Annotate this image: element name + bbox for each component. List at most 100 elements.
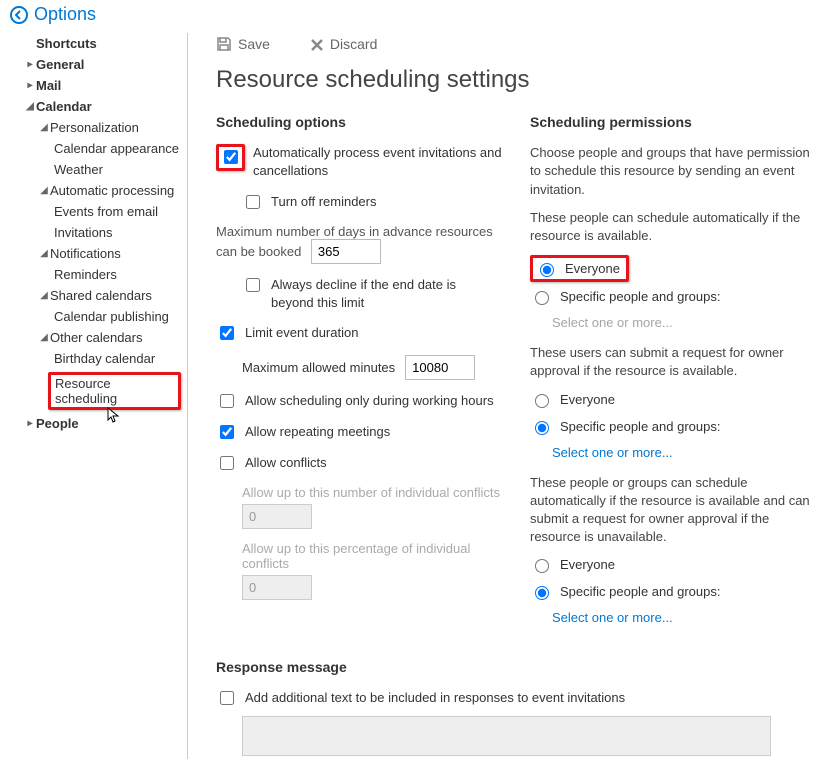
group2-everyone-radio[interactable] [535, 394, 549, 408]
options-title: Options [34, 4, 96, 25]
group2-select-link[interactable]: Select one or more... [552, 445, 673, 460]
conflicts-label: Allow conflicts [245, 454, 327, 472]
sidebar-item-invitations[interactable]: Invitations [12, 222, 181, 243]
cal-pub-label: Calendar publishing [54, 309, 169, 324]
sidebar-item-general[interactable]: ▸General [12, 54, 181, 75]
max-minutes-input[interactable] [405, 355, 475, 380]
invitations-label: Invitations [54, 225, 113, 240]
auto-proc-label: Automatic processing [50, 183, 174, 198]
group3-specific-radio[interactable] [535, 586, 549, 600]
mail-label: Mail [36, 78, 61, 93]
group3-specific-label: Specific people and groups: [560, 584, 720, 599]
auto-process-checkbox[interactable] [224, 150, 238, 164]
save-icon [216, 35, 232, 52]
group2-specific-row[interactable]: Specific people and groups: [530, 418, 816, 435]
max-minutes-label: Maximum allowed minutes [242, 360, 395, 375]
turn-off-reminders-row[interactable]: Turn off reminders [242, 193, 502, 212]
always-decline-checkbox[interactable] [246, 278, 260, 292]
group1-everyone-label: Everyone [565, 261, 620, 276]
ind-conflicts-input [242, 504, 312, 529]
group1-specific-row[interactable]: Specific people and groups: [530, 288, 816, 305]
response-textarea [242, 716, 771, 756]
weather-label: Weather [54, 162, 103, 177]
turn-off-reminders-label: Turn off reminders [271, 193, 377, 211]
limit-duration-label: Limit event duration [245, 324, 358, 342]
response-add-text-label: Add additional text to be included in re… [245, 689, 625, 707]
group1-specific-radio[interactable] [535, 291, 549, 305]
sidebar-item-weather[interactable]: Weather [12, 159, 181, 180]
turn-off-reminders-checkbox[interactable] [246, 195, 260, 209]
personalization-label: Personalization [50, 120, 139, 135]
general-label: General [36, 57, 84, 72]
repeating-checkbox[interactable] [220, 425, 234, 439]
shortcuts-label: Shortcuts [36, 36, 97, 51]
sidebar-item-resource-scheduling[interactable]: Resource scheduling [12, 369, 181, 413]
cal-appearance-label: Calendar appearance [54, 141, 179, 156]
auto-process-label: Automatically process event invitations … [253, 144, 502, 180]
other-cal-label: Other calendars [50, 330, 143, 345]
back-icon[interactable] [10, 6, 28, 24]
group1-select-link: Select one or more... [552, 315, 673, 330]
group3-everyone-label: Everyone [560, 557, 615, 572]
sidebar-item-calendar[interactable]: ◢Calendar [12, 96, 181, 117]
repeating-row[interactable]: Allow repeating meetings [216, 423, 502, 442]
sidebar-item-calendar-appearance[interactable]: Calendar appearance [12, 138, 181, 159]
group1-everyone-radio[interactable] [540, 263, 554, 277]
discard-button[interactable]: Discard [310, 35, 377, 52]
repeating-label: Allow repeating meetings [245, 423, 390, 441]
sidebar-item-birthday-calendar[interactable]: Birthday calendar [12, 348, 181, 369]
group1-everyone-row[interactable]: Everyone [535, 260, 620, 277]
sidebar-item-automatic-processing[interactable]: ◢Automatic processing [12, 180, 181, 201]
sidebar-item-mail[interactable]: ▸Mail [12, 75, 181, 96]
reminders-label: Reminders [54, 267, 117, 282]
limit-duration-checkbox[interactable] [220, 326, 234, 340]
events-email-label: Events from email [54, 204, 158, 219]
page-title: Resource scheduling settings [216, 66, 816, 94]
group2-specific-label: Specific people and groups: [560, 419, 720, 434]
response-add-text-row[interactable]: Add additional text to be included in re… [216, 689, 776, 708]
response-add-text-checkbox[interactable] [220, 691, 234, 705]
working-hours-checkbox[interactable] [220, 394, 234, 408]
sidebar: ▸Shortcuts ▸General ▸Mail ◢Calendar ◢Per… [12, 33, 188, 759]
sidebar-item-shared-calendars[interactable]: ◢Shared calendars [12, 285, 181, 306]
group1-label: These people can schedule automatically … [530, 209, 816, 245]
always-decline-row[interactable]: Always decline if the end date is beyond… [242, 276, 502, 312]
sidebar-item-other-calendars[interactable]: ◢Other calendars [12, 327, 181, 348]
working-hours-row[interactable]: Allow scheduling only during working hou… [216, 392, 502, 411]
discard-icon [310, 36, 324, 52]
scheduling-permissions-head: Scheduling permissions [530, 114, 816, 130]
always-decline-label: Always decline if the end date is beyond… [271, 276, 502, 312]
group3-everyone-radio[interactable] [535, 559, 549, 573]
notifications-label: Notifications [50, 246, 121, 261]
scheduling-options-head: Scheduling options [216, 114, 502, 130]
max-days-input[interactable] [311, 239, 381, 264]
group2-label: These users can submit a request for own… [530, 344, 816, 380]
group2-everyone-label: Everyone [560, 392, 615, 407]
group2-specific-radio[interactable] [535, 421, 549, 435]
birthday-label: Birthday calendar [54, 351, 155, 366]
sidebar-item-calendar-publishing[interactable]: Calendar publishing [12, 306, 181, 327]
sidebar-item-notifications[interactable]: ◢Notifications [12, 243, 181, 264]
pct-conflicts-input [242, 575, 312, 600]
group2-everyone-row[interactable]: Everyone [530, 391, 816, 408]
group1-specific-label: Specific people and groups: [560, 289, 720, 304]
auto-process-row[interactable]: Automatically process event invitations … [216, 144, 502, 180]
sidebar-item-reminders[interactable]: Reminders [12, 264, 181, 285]
conflicts-row[interactable]: Allow conflicts [216, 454, 502, 473]
conflicts-checkbox[interactable] [220, 456, 234, 470]
resource-sched-label: Resource scheduling [55, 376, 117, 406]
save-label: Save [238, 36, 270, 52]
limit-duration-row[interactable]: Limit event duration [216, 324, 502, 343]
discard-label: Discard [330, 36, 377, 52]
save-button[interactable]: Save [216, 35, 270, 52]
group3-label: These people or groups can schedule auto… [530, 474, 816, 547]
working-hours-label: Allow scheduling only during working hou… [245, 392, 494, 410]
sidebar-item-shortcuts[interactable]: ▸Shortcuts [12, 33, 181, 54]
permissions-intro: Choose people and groups that have permi… [530, 144, 816, 199]
group3-everyone-row[interactable]: Everyone [530, 556, 816, 573]
sidebar-item-personalization[interactable]: ◢Personalization [12, 117, 181, 138]
sidebar-item-events-from-email[interactable]: Events from email [12, 201, 181, 222]
sidebar-item-people[interactable]: ▸People [12, 413, 181, 434]
group3-specific-row[interactable]: Specific people and groups: [530, 583, 816, 600]
group3-select-link[interactable]: Select one or more... [552, 610, 673, 625]
